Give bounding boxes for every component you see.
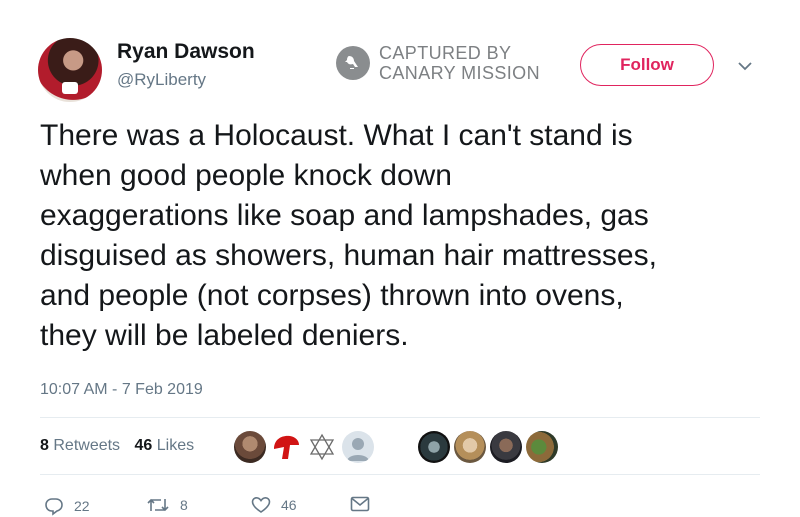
reply-count: 22 <box>74 498 90 514</box>
tweet-line: when good people knock down <box>40 159 452 192</box>
user-name[interactable]: Ryan Dawson <box>117 40 255 64</box>
likes-stat[interactable]: 46 Likes <box>135 437 195 454</box>
chevron-down-icon[interactable] <box>737 58 753 76</box>
retweets-stat[interactable]: 8 Retweets <box>40 437 120 454</box>
divider <box>40 417 760 418</box>
tweet-line: they will be labeled deniers. <box>40 319 409 352</box>
tweet-line: exaggerations like soap and lampshades, … <box>40 199 649 232</box>
liker-avatar[interactable] <box>526 431 558 463</box>
retweet-action[interactable]: 8 <box>146 496 188 514</box>
follow-button[interactable]: Follow <box>580 44 714 86</box>
envelope-icon <box>350 496 370 512</box>
heart-icon <box>251 496 271 513</box>
retweet-icon <box>147 498 169 512</box>
direct-message-action[interactable] <box>350 496 380 512</box>
like-action[interactable]: 46 <box>251 496 297 514</box>
reply-icon <box>45 498 63 516</box>
tweet-timestamp[interactable]: 10:07 AM - 7 Feb 2019 <box>40 381 203 399</box>
watermark-line-2: CANARY MISSION <box>379 63 540 83</box>
tweet-line: and people (not corpses) thrown into ove… <box>40 279 624 312</box>
likes-count: 46 <box>134 437 153 454</box>
tweet-text: There was a Holocaust. What I can't stan… <box>40 116 770 356</box>
divider <box>40 474 760 475</box>
retweet-count: 8 <box>180 497 188 513</box>
engagement-stats: 8 Retweets 46 Likes <box>40 437 194 455</box>
user-handle[interactable]: @RyLiberty <box>117 70 206 90</box>
liker-avatar[interactable] <box>342 431 374 463</box>
tweet-line: disguised as showers, human hair mattres… <box>40 239 657 272</box>
retweets-count: 8 <box>40 437 49 454</box>
watermark-text: CAPTURED BY CANARY MISSION <box>379 43 540 83</box>
liker-avatar[interactable] <box>418 431 450 463</box>
tweet-line: There was a Holocaust. What I can't stan… <box>40 119 633 152</box>
likes-label: Likes <box>156 437 195 454</box>
liker-avatar[interactable] <box>454 431 486 463</box>
reply-action[interactable]: 22 <box>44 496 90 516</box>
retweets-label: Retweets <box>53 437 121 454</box>
liker-avatar[interactable] <box>234 431 266 463</box>
liker-avatar[interactable] <box>306 431 338 463</box>
liker-avatar[interactable] <box>490 431 522 463</box>
liker-avatar[interactable] <box>270 431 302 463</box>
watermark-line-1: CAPTURED BY <box>379 43 512 63</box>
like-count: 46 <box>281 497 297 513</box>
canary-bird-icon <box>336 46 370 80</box>
user-avatar[interactable] <box>38 38 102 102</box>
